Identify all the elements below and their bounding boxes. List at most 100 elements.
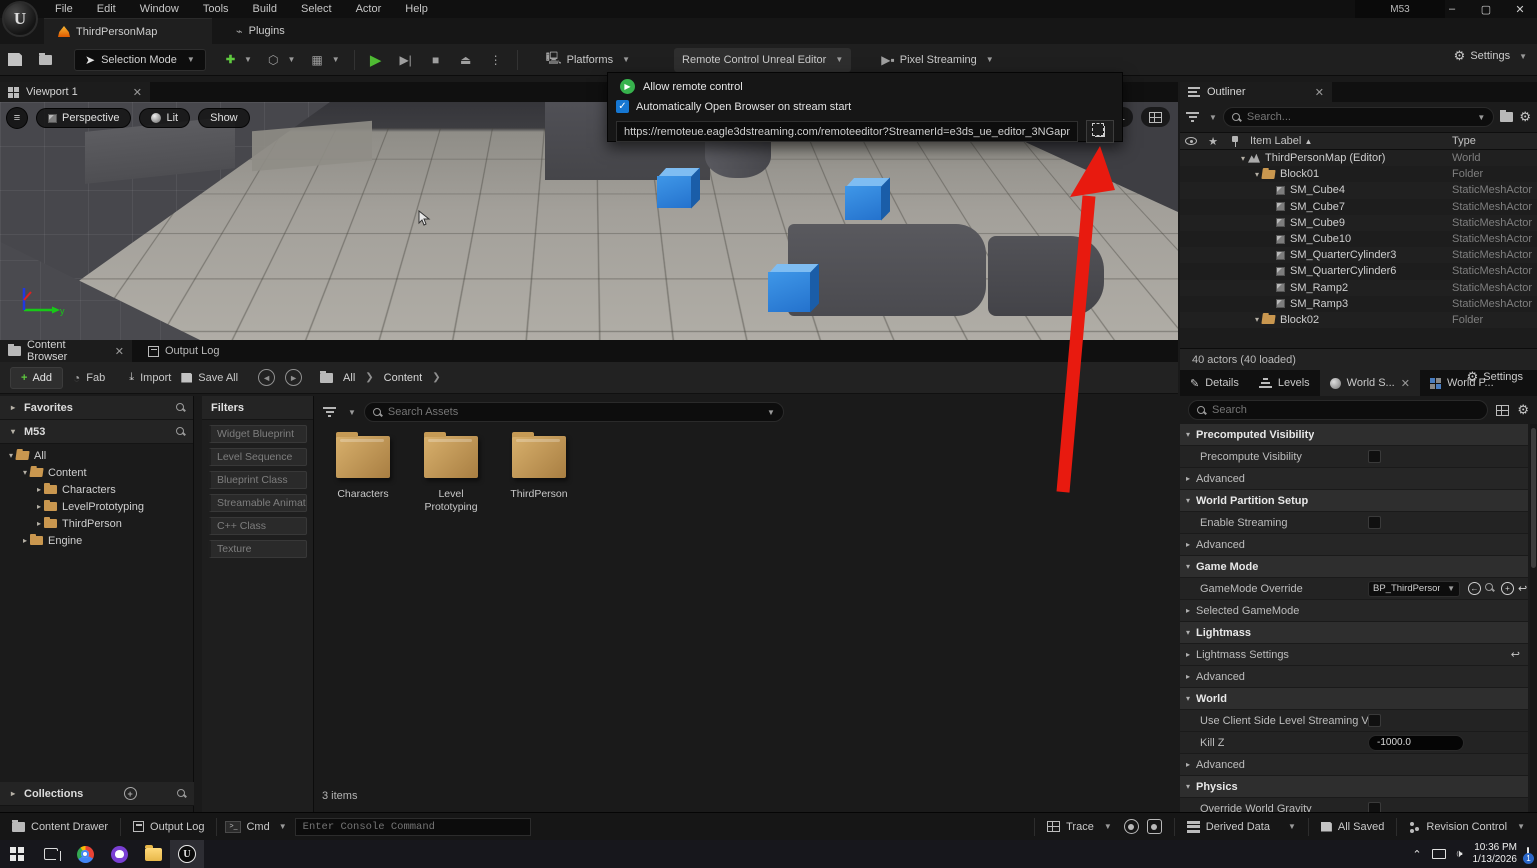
expander-icon[interactable]: ▸ <box>1180 650 1196 659</box>
close-icon[interactable]: ✕ <box>115 345 124 358</box>
asset-search-input[interactable] <box>388 406 757 418</box>
details-search-input[interactable] <box>1212 404 1479 416</box>
project-header[interactable]: ▾ M53 <box>0 420 193 444</box>
property-value-field[interactable]: -1000.0 <box>1368 735 1464 751</box>
search-icon[interactable] <box>176 403 185 412</box>
outliner-row[interactable]: ▾ Block02 Folder <box>1180 312 1537 328</box>
reset-to-default-icon[interactable]: ↩ <box>1511 648 1520 661</box>
tray-expand-icon[interactable]: ⌃ <box>1412 848 1421 861</box>
cmd-dropdown[interactable]: >_ Cmd ▼ <box>217 821 294 833</box>
display-options-icon[interactable] <box>1496 405 1509 416</box>
menu-select[interactable]: Select <box>290 1 343 17</box>
expander-icon[interactable]: ▸ <box>1180 474 1196 483</box>
taskbar-explorer[interactable] <box>136 840 170 868</box>
tab-content-browser[interactable]: Content Browser ✕ <box>0 340 132 362</box>
forward-button[interactable]: ► <box>285 369 302 386</box>
add-collection-icon[interactable]: + <box>124 787 137 800</box>
expander-icon[interactable]: ▸ <box>34 519 44 528</box>
tab-details[interactable]: ✎ Details <box>1180 370 1249 396</box>
property-row[interactable]: ▸ Advanced <box>1180 468 1528 490</box>
expander-icon[interactable]: ▸ <box>1180 606 1196 615</box>
details-scrollbar[interactable] <box>1530 424 1537 812</box>
trace-snapshot-button[interactable] <box>1147 819 1162 834</box>
frame-skip-button[interactable]: ▶| <box>391 48 421 72</box>
copy-url-button[interactable] <box>1086 120 1114 143</box>
tree-item-content[interactable]: ▾ Content <box>0 464 193 481</box>
close-button[interactable]: ✕ <box>1503 0 1537 18</box>
filter-icon[interactable] <box>323 407 336 417</box>
output-log-button[interactable]: Output Log <box>121 813 216 840</box>
asset-folder-characters[interactable]: Characters <box>327 436 399 514</box>
property-row[interactable]: Override World Gravity <box>1180 798 1528 812</box>
expander-icon[interactable]: ▾ <box>1180 430 1196 439</box>
outliner-row[interactable]: SM_Cube7 StaticMeshActor <box>1180 199 1537 215</box>
search-icon[interactable] <box>177 789 186 798</box>
maximize-button[interactable]: ▢ <box>1469 0 1503 18</box>
blue-cube-3[interactable] <box>768 272 810 312</box>
outliner-row[interactable]: SM_QuarterCylinder6 StaticMeshActor <box>1180 263 1537 279</box>
expander-icon[interactable]: ▸ <box>20 536 30 545</box>
property-row[interactable]: ▾ Precomputed Visibility <box>1180 424 1528 446</box>
menu-file[interactable]: File <box>44 1 84 17</box>
close-icon[interactable]: ✕ <box>1401 377 1410 390</box>
asset-folder-thirdperson[interactable]: ThirdPerson <box>503 436 575 514</box>
menu-edit[interactable]: Edit <box>86 1 127 17</box>
outliner-row[interactable]: ▾ ThirdPersonMap (Editor) World <box>1180 150 1537 166</box>
pixel-streaming-dropdown[interactable]: ▶▪ Pixel Streaming ▼ <box>873 48 1001 72</box>
filter-widget-blueprint[interactable]: Widget Blueprint <box>208 425 307 443</box>
property-checkbox[interactable] <box>1368 516 1381 529</box>
perspective-dropdown[interactable]: Perspective <box>36 108 131 128</box>
filter-c-class[interactable]: C++ Class <box>208 517 307 535</box>
viewport-options-button[interactable]: ≡ <box>6 107 28 129</box>
add-actor-dropdown[interactable]: ✚ ▼ <box>218 48 260 72</box>
expander-icon[interactable]: ▸ <box>34 502 44 511</box>
derived-data-dropdown[interactable]: Derived Data ▼ <box>1175 813 1308 840</box>
expander-icon[interactable]: ▾ <box>1180 628 1196 637</box>
selection-mode-dropdown[interactable]: ➤ Selection Mode ▼ <box>74 49 206 71</box>
settings-dropdown[interactable]: ⚙ Settings ▼ <box>1454 48 1527 64</box>
tree-item-thirdperson[interactable]: ▸ ThirdPerson <box>0 515 193 532</box>
expander-icon[interactable]: ▸ <box>34 485 44 494</box>
content-browser-settings-button[interactable]: ⚙ Settings <box>1467 369 1523 385</box>
item-label-column[interactable]: Item Label ▲ <box>1250 135 1312 147</box>
filter-icon[interactable] <box>1186 112 1199 122</box>
pick-asset-icon[interactable]: + <box>1501 582 1514 595</box>
play-options-button[interactable]: ⋮ <box>481 48 511 72</box>
volume-icon[interactable]: 🕩 <box>1456 848 1463 861</box>
tab-plugins[interactable]: ⌁ Plugins <box>222 18 299 44</box>
property-row[interactable]: ▾ World Partition Setup <box>1180 490 1528 512</box>
details-settings-icon[interactable]: ⚙ <box>1517 402 1529 418</box>
property-row[interactable]: ▾ Physics <box>1180 776 1528 798</box>
property-row[interactable]: GameMode Override BP_ThirdPersonG ▼ ← + ↩ <box>1180 578 1528 600</box>
trace-record-button[interactable] <box>1124 819 1139 834</box>
favorites-header[interactable]: ▸ Favorites <box>0 396 193 420</box>
tree-item-characters[interactable]: ▸ Characters <box>0 481 193 498</box>
filter-level-sequence[interactable]: Level Sequence <box>208 448 307 466</box>
expander-icon[interactable]: ▸ <box>8 403 18 412</box>
expander-icon[interactable]: ▾ <box>8 427 18 436</box>
expander-icon[interactable]: ▾ <box>1180 496 1196 505</box>
chevron-down-icon[interactable]: ▼ <box>348 408 356 417</box>
remote-control-dropdown[interactable]: Remote Control Unreal Editor ▼ <box>674 48 851 72</box>
tree-item-levelprototyping[interactable]: ▸ LevelPrototyping <box>0 498 193 515</box>
tree-item-all[interactable]: ▾ All <box>0 447 193 464</box>
property-checkbox[interactable] <box>1368 450 1381 463</box>
expander-icon[interactable]: ▾ <box>1180 694 1196 703</box>
tab-levels[interactable]: Levels <box>1249 370 1320 396</box>
back-button[interactable]: ◄ <box>258 369 275 386</box>
add-button[interactable]: + Add <box>10 367 63 389</box>
start-button[interactable] <box>0 840 34 868</box>
network-icon[interactable] <box>1432 849 1446 859</box>
show-dropdown[interactable]: Show <box>198 108 250 128</box>
property-row[interactable]: Precompute Visibility <box>1180 446 1528 468</box>
outliner-row[interactable]: ▾ Block01 Folder <box>1180 166 1537 182</box>
taskbar-chrome[interactable] <box>68 840 102 868</box>
reset-icon[interactable]: ↩ <box>1518 582 1527 595</box>
visibility-column[interactable] <box>1180 137 1202 145</box>
close-icon[interactable]: ✕ <box>133 86 142 99</box>
property-row[interactable]: ▸ Selected GameMode <box>1180 600 1528 622</box>
tree-item-engine[interactable]: ▸ Engine <box>0 532 193 549</box>
expander-icon[interactable]: ▸ <box>1180 672 1196 681</box>
outliner-row[interactable]: SM_Cube9 StaticMeshActor <box>1180 215 1537 231</box>
property-row[interactable]: ▾ World <box>1180 688 1528 710</box>
